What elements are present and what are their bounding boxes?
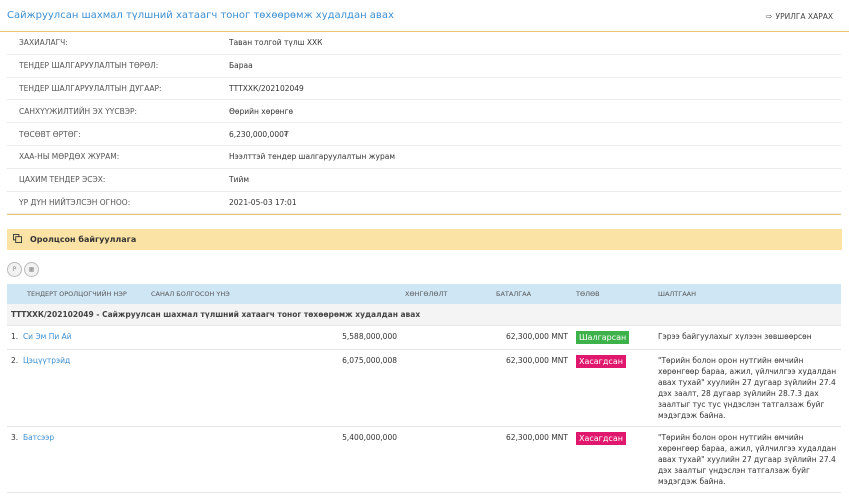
info-row: ТЕНДЕР ШАЛГАРУУЛАЛТЫН ТӨРӨЛ: Бараа bbox=[7, 54, 841, 78]
status-badge: Хасагдсан bbox=[576, 432, 626, 446]
info-value: Өөрийн хөрөнгө bbox=[229, 99, 841, 124]
col-header-status: ТӨЛӨВ bbox=[572, 284, 654, 305]
export-button[interactable]: ▦ bbox=[24, 262, 39, 278]
page-title: Сайжруулсан шахмал түлшний хатаагч тоног… bbox=[7, 10, 394, 21]
row-number: 1. bbox=[11, 332, 19, 342]
reason-cell: "Төрийн болон орон нутгийн өмчийн хөрөнг… bbox=[654, 426, 841, 494]
print-button[interactable]: P bbox=[7, 262, 22, 278]
copy-icon bbox=[13, 234, 22, 244]
row-number: 2. bbox=[11, 356, 19, 366]
info-label: ЗАХИАЛАГЧ: bbox=[7, 32, 229, 55]
price-cell: 6,075,000,008 bbox=[147, 349, 401, 428]
tender-info-table: ЗАХИАЛАГЧ: Таван толгой түлш ХХК ТЕНДЕР Ш… bbox=[7, 32, 841, 215]
col-header-reason: ШАЛТГААН bbox=[654, 284, 841, 305]
info-value: Нээлттэй тендер шалгаруулалтын журам bbox=[229, 145, 841, 169]
table-row: 2. Цэцүүтрэйд 6,075,000,008 62,300,000 M… bbox=[7, 349, 841, 428]
info-value: ТТТХХК/202102049 bbox=[229, 77, 841, 101]
table-row: 3. Батсээр 5,400,000,000 62,300,000 MNT … bbox=[7, 426, 841, 494]
info-row: САНХҮҮЖИЛТИЙН ЭХ ҮҮСВЭР: Өөрийн хөрөнгө bbox=[7, 99, 841, 124]
participants-section-header: Оролцсон байгууллага bbox=[7, 229, 842, 251]
discount-cell bbox=[401, 426, 492, 494]
info-value: Бараа bbox=[229, 54, 841, 78]
info-label: ТӨСӨВТ ӨРТӨГ: bbox=[7, 122, 229, 146]
group-title: ТТТХХК/202102049 - Сайжруулсан шахмал тү… bbox=[7, 304, 841, 327]
sign-out-icon: ⇨ bbox=[765, 12, 773, 21]
info-label: ТЕНДЕР ШАЛГАРУУЛАЛТЫН ТӨРӨЛ: bbox=[7, 54, 229, 78]
back-label: УРИЛГА ХАРАХ bbox=[775, 12, 834, 21]
row-number: 3. bbox=[11, 433, 19, 443]
info-row: ХАА-НЫ МӨРДӨХ ЖУРАМ: Нээлттэй тендер шалг… bbox=[7, 145, 841, 169]
guarantee-cell: 62,300,000 MNT bbox=[492, 325, 572, 351]
bidder-link[interactable]: Цэцүүтрэйд bbox=[23, 356, 70, 365]
col-header-price: САНАЛ БОЛГОСОН ҮНЭ bbox=[147, 284, 401, 305]
guarantee-cell: 62,300,000 MNT bbox=[492, 426, 572, 494]
col-header-discount: ХӨНГӨЛӨЛТ bbox=[401, 284, 492, 305]
info-value: Тийм bbox=[229, 168, 841, 192]
info-label: ЦАХИМ ТЕНДЕР ЭСЭХ: bbox=[7, 168, 229, 192]
group-row: ТТТХХК/202102049 - Сайжруулсан шахмал тү… bbox=[7, 304, 841, 327]
info-label: САНХҮҮЖИЛТИЙН ЭХ ҮҮСВЭР: bbox=[7, 99, 229, 124]
info-row: ҮР ДҮН НИЙТЭЛСЭН ОГНОО: 2021-05-03 17:01 bbox=[7, 191, 841, 215]
status-badge: Шалгарсан bbox=[576, 331, 630, 345]
discount-cell bbox=[401, 325, 492, 351]
price-cell: 5,588,000,000 bbox=[147, 325, 401, 351]
divider bbox=[7, 214, 841, 216]
status-badge: Хасагдсан bbox=[576, 355, 626, 369]
info-value: 2021-05-03 17:01 bbox=[229, 191, 841, 215]
table-header-row: ТЕНДЕРТ ОРОЛЦОГЧИЙН НЭР САНАЛ БОЛГОСОН Ү… bbox=[7, 284, 841, 305]
discount-cell bbox=[401, 349, 492, 428]
info-row: ТЕНДЕР ШАЛГАРУУЛАЛТЫН ДУГААР: ТТТХХК/2021… bbox=[7, 77, 841, 101]
info-label: ТЕНДЕР ШАЛГАРУУЛАЛТЫН ДУГААР: bbox=[7, 77, 229, 101]
guarantee-cell: 62,300,000 MNT bbox=[492, 349, 572, 428]
bidder-link[interactable]: Батсээр bbox=[23, 433, 54, 442]
info-value: Таван толгой түлш ХХК bbox=[229, 32, 841, 55]
table-row: 1. Си Эм Пи Ай 5,588,000,000 62,300,000 … bbox=[7, 325, 841, 351]
col-header-guarantee: БАТАЛГАА bbox=[492, 284, 572, 305]
bidder-link[interactable]: Си Эм Пи Ай bbox=[23, 332, 72, 341]
export-toolbar: P ▦ bbox=[7, 262, 849, 278]
page-header: Сайжруулсан шахмал түлшний хатаагч тоног… bbox=[0, 0, 849, 32]
info-label: ҮР ДҮН НИЙТЭЛСЭН ОГНОО: bbox=[7, 191, 229, 215]
section-title: Оролцсон байгууллага bbox=[30, 235, 137, 245]
price-cell: 5,400,000,000 bbox=[147, 426, 401, 494]
back-to-invitation-link[interactable]: ⇨ УРИЛГА ХАРАХ bbox=[766, 12, 833, 21]
reason-cell: "Төрийн болон орон нутгийн өмчийн хөрөнг… bbox=[654, 349, 841, 428]
info-row: ЗАХИАЛАГЧ: Таван толгой түлш ХХК bbox=[7, 32, 841, 55]
reason-cell: Гэрээ байгуулахыг хүлээн зөвшөөрсөн bbox=[654, 325, 841, 351]
bidders-table: ТЕНДЕРТ ОРОЛЦОГЧИЙН НЭР САНАЛ БОЛГОСОН Ү… bbox=[7, 284, 841, 494]
info-row: ЦАХИМ ТЕНДЕР ЭСЭХ: Тийм bbox=[7, 168, 841, 192]
info-label: ХАА-НЫ МӨРДӨХ ЖУРАМ: bbox=[7, 145, 229, 169]
info-value: 6,230,000,000₮ bbox=[229, 122, 841, 146]
col-header-name: ТЕНДЕРТ ОРОЛЦОГЧИЙН НЭР bbox=[7, 284, 147, 305]
info-row: ТӨСӨВТ ӨРТӨГ: 6,230,000,000₮ bbox=[7, 122, 841, 146]
